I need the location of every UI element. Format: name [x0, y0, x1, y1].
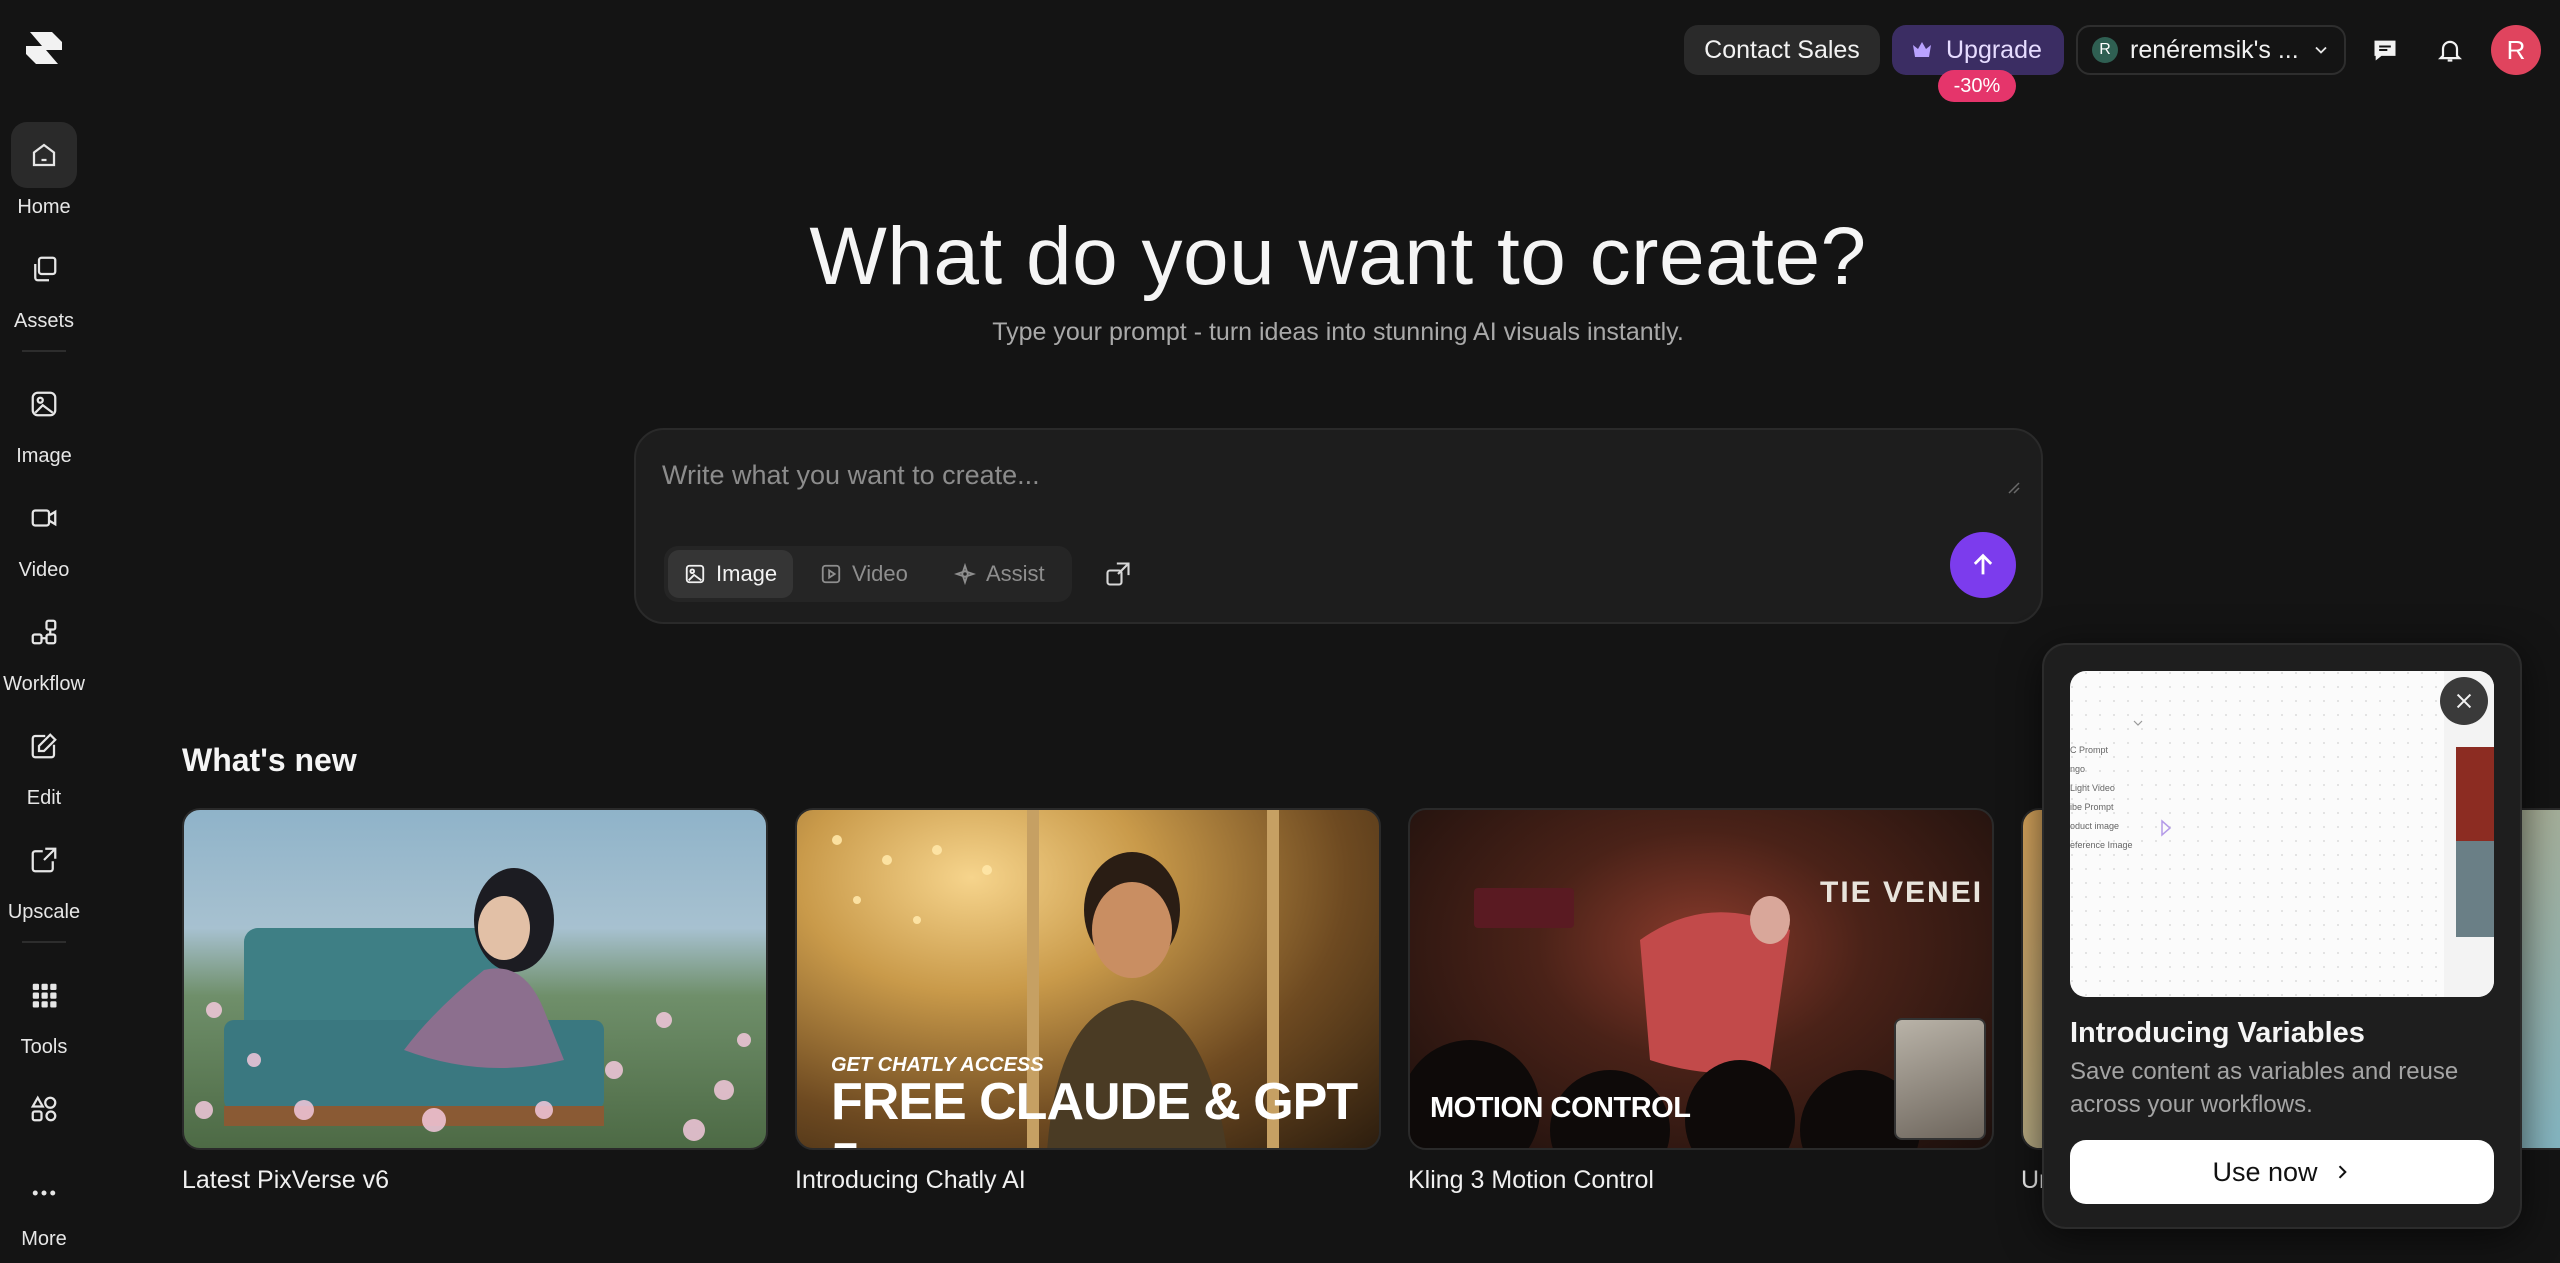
mini-item: oduct image	[2070, 821, 2120, 831]
sidebar-item-image[interactable]: Image	[0, 371, 88, 468]
sidebar-item-video[interactable]: Video	[0, 485, 88, 582]
image-icon	[685, 564, 705, 584]
news-card-chatly[interactable]: GET CHATLY ACCESS FREE CLAUDE & GPT 5 In…	[795, 808, 1381, 1195]
card-image	[182, 808, 768, 1150]
mode-selector: Image Video Assist	[664, 546, 1072, 602]
popover-title: Introducing Variables	[2070, 1017, 2365, 1049]
arrow-up-icon	[1973, 553, 1993, 575]
popover-mini-list: C Prompt ngo Light Video ibe Prompt oduc…	[2070, 741, 2133, 855]
sidebar-label: More	[21, 1228, 67, 1250]
mini-item: C Prompt	[2070, 745, 2109, 755]
card-image: GET CHATLY ACCESS FREE CLAUDE & GPT 5	[795, 808, 1381, 1150]
page-subtitle: Type your prompt - turn ideas into stunn…	[992, 318, 1684, 346]
prompt-box: Image Video Assist	[634, 428, 2043, 624]
mode-label: Assist	[986, 561, 1045, 586]
discount-badge: -30%	[1938, 70, 2016, 102]
video-icon	[11, 485, 77, 551]
prompt-input[interactable]	[662, 460, 2012, 520]
card-title: Introducing Chatly AI	[795, 1166, 1026, 1194]
contact-sales-button[interactable]: Contact Sales	[1684, 25, 1880, 75]
attach-icon	[1106, 562, 1130, 586]
notification-bell-icon[interactable]	[2430, 30, 2470, 70]
card-title: Kling 3 Motion Control	[1408, 1166, 1654, 1194]
sidebar-item-more[interactable]: More	[0, 1160, 88, 1251]
sidebar-label: Image	[16, 445, 72, 467]
chevron-down-icon	[2315, 46, 2327, 54]
sidebar-label: Video	[18, 559, 70, 581]
apps-icon	[11, 1076, 77, 1142]
more-icon	[11, 1160, 77, 1226]
pip-thumbnail	[1894, 1018, 1986, 1140]
whats-new-title: What's new	[182, 742, 357, 778]
workflow-icon	[11, 599, 77, 665]
sidebar-divider	[22, 350, 66, 352]
user-avatar[interactable]: R	[2491, 25, 2541, 75]
news-card-kling[interactable]: TIE VENEI MOTION CONTROL Kling 3 Motion …	[1408, 808, 1994, 1195]
sidebar-divider	[22, 941, 66, 943]
attach-button[interactable]	[1096, 552, 1140, 596]
send-button[interactable]	[1950, 532, 2016, 598]
promo-big-text: FREE CLAUDE & GPT 5	[831, 1073, 1358, 1148]
mode-image-tab[interactable]: Image	[668, 550, 794, 598]
edit-icon	[11, 713, 77, 779]
popover-image: C Prompt ngo Light Video ibe Prompt oduc…	[2070, 671, 2494, 997]
card-title: Latest PixVerse v6	[182, 1166, 390, 1194]
tools-icon	[11, 962, 77, 1028]
use-now-label: Use now	[2212, 1156, 2318, 1187]
sidebar-label: Upscale	[7, 901, 81, 923]
mode-label: Video	[852, 561, 908, 586]
sidebar-label: Tools	[20, 1036, 68, 1058]
mode-video-tab[interactable]: Video	[804, 550, 924, 598]
popover-description: Save content as variables and reuse acro…	[2070, 1058, 2459, 1118]
feedback-icon[interactable]	[2365, 30, 2405, 70]
use-now-button[interactable]: Use now	[2070, 1140, 2494, 1204]
feature-popover: C Prompt ngo Light Video ibe Prompt oduc…	[2042, 643, 2522, 1229]
mode-label: Image	[716, 561, 778, 586]
resize-handle-icon[interactable]	[2006, 480, 2020, 494]
video-icon	[821, 564, 841, 584]
sidebar-item-workflow[interactable]: Workflow	[0, 599, 88, 696]
mini-item: eference Image	[2070, 840, 2133, 850]
sparkle-icon	[954, 563, 976, 585]
chevron-right-icon	[2338, 1165, 2347, 1179]
sidebar-item-upscale[interactable]: Upscale	[0, 827, 88, 924]
mode-assist-tab[interactable]: Assist	[938, 550, 1061, 598]
sidebar: Home Assets Image Video Workflow Edit Up…	[0, 0, 88, 1263]
home-icon	[11, 122, 77, 188]
close-icon	[2456, 693, 2472, 709]
sidebar-label: Workflow	[3, 673, 85, 695]
mini-item: ngo	[2070, 764, 2086, 774]
crown-icon	[1913, 42, 1931, 57]
app-root: Home Assets Image Video Workflow Edit Up…	[0, 0, 2560, 1263]
upgrade-button[interactable]: Upgrade	[1892, 25, 2064, 75]
sidebar-item-tools[interactable]: Tools	[0, 962, 88, 1059]
popover-close-button[interactable]	[2440, 677, 2488, 725]
sign-text: TIE VENEI	[1820, 876, 1984, 909]
image-icon	[11, 371, 77, 437]
workspace-avatar: R	[2092, 37, 2118, 63]
page-title: What do you want to create?	[809, 211, 1867, 302]
workspace-switcher[interactable]: R renéremsik's ...	[2076, 25, 2346, 75]
mini-item: Light Video	[2070, 783, 2115, 793]
news-card-pixverse[interactable]: Latest PixVerse v6	[182, 808, 768, 1195]
card-image: TIE VENEI MOTION CONTROL	[1408, 808, 1994, 1150]
sidebar-item-edit[interactable]: Edit	[0, 713, 88, 810]
sidebar-item-home[interactable]: Home	[0, 122, 88, 219]
sidebar-label: Edit	[26, 787, 62, 809]
card-overlay-text: MOTION CONTROL	[1430, 1092, 1691, 1124]
mini-item: ibe Prompt	[2070, 802, 2114, 812]
sidebar-item-apps[interactable]	[0, 1076, 88, 1142]
app-logo[interactable]	[22, 28, 66, 72]
workspace-name: renéremsik's ...	[2130, 35, 2299, 64]
upscale-icon	[11, 827, 77, 893]
upgrade-label: Upgrade	[1946, 35, 2042, 64]
